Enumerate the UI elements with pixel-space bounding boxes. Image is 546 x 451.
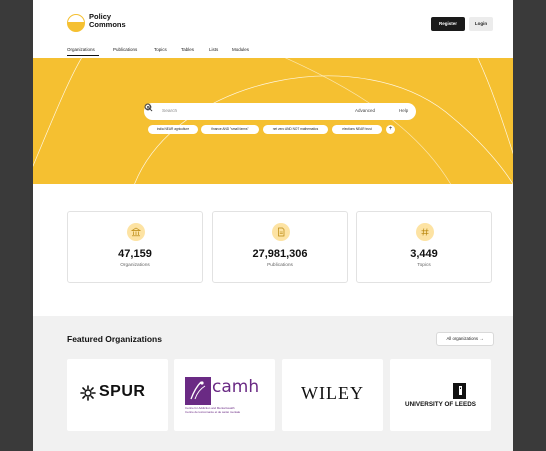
org-subtitle: Centre for Addiction and Mental Health C… <box>185 406 241 414</box>
featured-organizations-section: Featured Organizations All organizations… <box>33 316 513 451</box>
leeds-logo-icon <box>453 383 466 399</box>
page: Policy Commons Register Login Organizati… <box>33 0 513 451</box>
more-suggestions-button[interactable]: + <box>386 125 395 134</box>
advanced-search-link[interactable]: Advanced <box>355 108 375 113</box>
all-organizations-button[interactable]: All organizations → <box>436 332 494 346</box>
org-subtitle-fr: Centre de toxicomanie et de santé mental… <box>185 409 241 414</box>
stat-card-organizations[interactable]: 47,159 Organizations <box>67 211 203 283</box>
hash-icon <box>421 228 429 236</box>
site-header: Policy Commons Register Login <box>33 0 513 40</box>
org-card-spur[interactable]: SPUR <box>67 359 168 431</box>
nav-item-lists[interactable]: Lists <box>209 47 218 52</box>
stat-value: 3,449 <box>410 248 438 260</box>
org-card-camh[interactable]: camh Centre for Addiction and Mental Hea… <box>174 359 275 431</box>
nav-active-indicator <box>67 55 99 56</box>
nav-item-tables[interactable]: Tables <box>181 47 194 52</box>
help-link[interactable]: Help <box>399 108 408 113</box>
search-suggestion-chip[interactable]: elections NEAR trust <box>332 125 382 134</box>
org-name: SPUR <box>99 383 146 400</box>
svg-text:?: ? <box>147 105 150 110</box>
stat-label: Publications <box>267 263 293 268</box>
nav-item-modules[interactable]: Modules <box>232 47 249 52</box>
search-suggestion-chip[interactable]: india NEAR agriculture <box>148 125 198 134</box>
nav-item-topics[interactable]: Topics <box>154 47 167 52</box>
stat-icon-badge <box>272 223 290 241</box>
stat-label: Topics <box>417 263 431 268</box>
register-button[interactable]: Register <box>431 17 465 31</box>
search-suggestion-chip[interactable]: finance AND "small farms" <box>201 125 259 134</box>
brand-line-2: Commons <box>89 20 126 29</box>
policy-commons-logo-icon[interactable] <box>67 14 85 32</box>
search-suggestion-chip[interactable]: net zero AND NOT mathematics <box>263 125 328 134</box>
nav-item-publications[interactable]: Publications <box>113 47 137 52</box>
search-input[interactable] <box>162 105 332 118</box>
stat-card-publications[interactable]: 27,981,306 Publications <box>212 211 348 283</box>
org-card-wiley[interactable]: WILEY <box>282 359 383 431</box>
stat-icon-badge <box>416 223 434 241</box>
org-card-university-of-leeds[interactable]: UNIVERSITY OF LEEDS <box>390 359 491 431</box>
main-nav: Organizations Publications Topics Tables… <box>33 44 513 58</box>
org-name: camh <box>212 377 260 397</box>
section-title: Featured Organizations <box>67 334 162 344</box>
help-icon: ? <box>144 103 152 111</box>
org-name: WILEY <box>301 383 364 403</box>
org-name: UNIVERSITY OF LEEDS <box>405 401 476 408</box>
spur-logo-icon <box>80 385 96 401</box>
stat-card-topics[interactable]: 3,449 Topics <box>356 211 492 283</box>
brand-name[interactable]: Policy Commons <box>89 13 126 29</box>
stat-icon-badge <box>127 223 145 241</box>
hero-banner: Advanced ? Help india NEAR agriculture f… <box>33 58 513 184</box>
login-button[interactable]: Login <box>469 17 493 31</box>
nav-item-organizations[interactable]: Organizations <box>67 47 95 52</box>
building-icon <box>131 227 141 237</box>
camh-logo-icon <box>185 377 211 405</box>
hero-decorative-lines <box>33 58 513 184</box>
stat-label: Organizations <box>120 263 150 268</box>
stat-value: 27,981,306 <box>252 248 308 260</box>
stat-value: 47,159 <box>118 248 152 260</box>
document-icon <box>278 227 285 237</box>
search-bar: Advanced ? Help <box>144 103 416 120</box>
